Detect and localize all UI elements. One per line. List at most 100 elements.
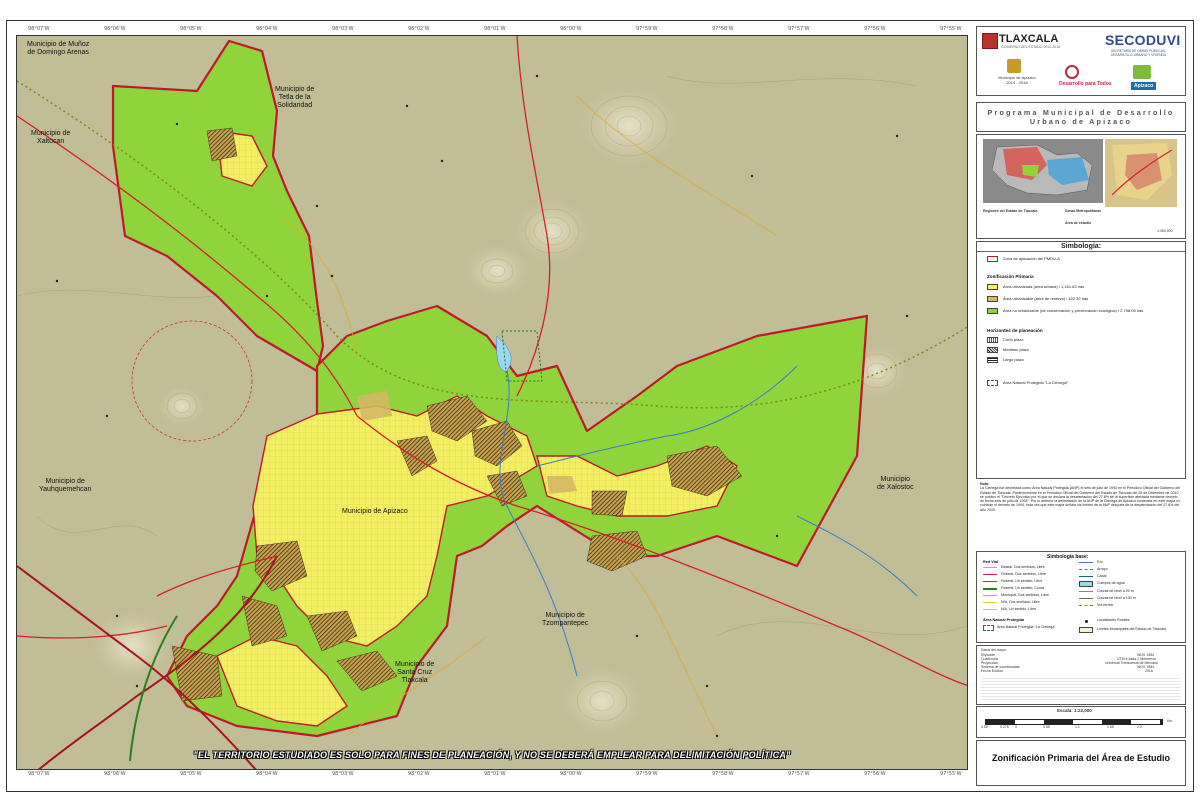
- desarrollo-logo-icon: [1065, 65, 1079, 79]
- reserve-swatch: [987, 296, 998, 302]
- logo-secoduvi: SECODUVI: [1105, 32, 1181, 48]
- water-swatch: [1079, 581, 1093, 587]
- municipio-seal-icon: [1007, 59, 1021, 73]
- scale-tick-1: 0.275: [1000, 725, 1009, 729]
- scale-tick-0: 0.55: [981, 725, 988, 729]
- tick-bottom-7: 98°00'W: [560, 771, 582, 777]
- meta-row-4-key: Fecha Edición: [981, 669, 1004, 673]
- locality-dot-icon: [1085, 620, 1088, 623]
- tick-top-1: 98°06'W: [104, 26, 126, 32]
- municipal-limits-swatch: [1079, 627, 1093, 633]
- tick-top-4: 98°03'W: [332, 26, 354, 32]
- label-municipio-munoz: Municipio de Muñoz de Domingo Arenas: [27, 41, 90, 56]
- tick-top-9: 97°58'W: [712, 26, 734, 32]
- note-text: La Ciénega fue decretada como Área Natur…: [980, 486, 1181, 512]
- inset-legend-regions: Regiones del Estado de Tlaxcala: [983, 209, 1038, 213]
- simbologia-box: Simbología: Zona de aplicación del PMDU-…: [976, 241, 1186, 479]
- limit-label: Zona de aplicación del PMDU-A: [1003, 256, 1060, 261]
- inset-legend-area: Área de estudio: [1065, 221, 1092, 225]
- inset-scale: 1:450,000: [1157, 229, 1173, 233]
- tick-bottom-4: 98°03'W: [332, 771, 354, 777]
- logo-tlaxcala: TLAXCALA: [999, 33, 1059, 45]
- corto-plazo-swatch: [987, 337, 998, 343]
- tick-top-0: 98°07'W: [28, 26, 50, 32]
- road-municipal-line: [983, 595, 997, 596]
- inset-legend-zm: Zonas Metropolitanas: [1065, 209, 1102, 213]
- base-legend-title: Simbología base:: [1047, 554, 1089, 560]
- zon-item-reserve: Área urbanizable (área de reserva) / 402…: [1003, 296, 1089, 301]
- contour20-line: [1079, 591, 1093, 592]
- scale-unit: Km: [1167, 719, 1173, 723]
- rio-line: [1079, 562, 1093, 563]
- localidades-label: Localidades Rurales: [1097, 618, 1130, 622]
- zon-item-nonurban: Área no urbanizable (de conservación y p…: [1003, 308, 1144, 313]
- nonurban-swatch: [987, 308, 998, 314]
- rail-line: [1079, 605, 1093, 606]
- tlaxcala-shield-icon: [982, 33, 998, 49]
- base-rio: Río: [1097, 560, 1103, 564]
- tick-top-8: 97°59'W: [636, 26, 658, 32]
- base-arroyo: Arroyo: [1097, 567, 1108, 571]
- tick-top-2: 98°05'W: [180, 26, 202, 32]
- road-federal-cuota-line: [983, 588, 997, 590]
- tick-top-3: 98°04'W: [256, 26, 278, 32]
- sources-text-block: [981, 676, 1181, 702]
- label-municipio-tzompantepec: Municipio de Tzompantepec: [542, 612, 589, 627]
- logo-tlaxcala-sub: GOBIERNO DEL ESTADO 2011-2016: [1001, 45, 1061, 49]
- scale-tick-5: 1.65: [1107, 725, 1114, 729]
- anp-swatch: [987, 380, 998, 386]
- tick-bottom-3: 98°04'W: [256, 771, 278, 777]
- zon-item-urban: Área urbanizada (área urbana) / 1,161.63…: [1003, 284, 1085, 289]
- scale-tick-4: 1.1: [1075, 725, 1080, 729]
- tick-top-12: 97°55'W: [940, 26, 962, 32]
- anp-label: Área Natural Protegida "La Ciénega": [1003, 380, 1069, 385]
- scale-box: Escala: 1:22,000 0.55 0.275 0 0.55 1.1 1…: [976, 706, 1186, 738]
- road-federal-2s: Federal, Dos sentidos, Libre: [1001, 572, 1046, 576]
- label-municipio-yauhquemehcan: Municipio de Yauhquemehcan: [39, 478, 92, 493]
- anp-base-title: Área Natural Protegida: [983, 618, 1025, 622]
- meta-row-4-val: 2016: [1145, 669, 1153, 673]
- program-title-line2: Urbano de Apizaco: [1029, 117, 1133, 126]
- horiz-mediano: Mediano plazo: [1003, 347, 1030, 352]
- horizontes-title: Horizontes de planeación: [987, 328, 1043, 333]
- simbologia-title: Simbología:: [977, 242, 1185, 252]
- road-federal-cuota: Federal, Un sentido, Cuota: [1001, 586, 1044, 590]
- footer-title-box: Zonificación Primaria del Área de Estudi…: [976, 740, 1186, 786]
- logo-desarrollo: Desarrollo para Todos: [1059, 81, 1112, 87]
- contour100-line: [1079, 598, 1093, 599]
- tick-bottom-8: 97°59'W: [636, 771, 658, 777]
- scale-label: Escala: 1:22,000: [1057, 708, 1092, 713]
- urban-swatch: [987, 284, 998, 290]
- base-canal: Canal: [1097, 574, 1107, 578]
- horiz-corto: Corto plazo: [1003, 337, 1024, 342]
- tick-top-11: 97°56'W: [864, 26, 886, 32]
- longitude-ticks-bottom: 98°07'W 98°06'W 98°05'W 98°04'W 98°03'W 98°02…: [16, 771, 968, 783]
- tick-bottom-6: 98°01'W: [484, 771, 506, 777]
- red-vial-title: Red Vial: [983, 560, 998, 564]
- tick-bottom-9: 97°58'W: [712, 771, 734, 777]
- tick-top-5: 98°02'W: [408, 26, 430, 32]
- limit-symbol: [987, 256, 998, 262]
- map-svg[interactable]: [17, 36, 968, 770]
- tick-bottom-5: 98°02'W: [408, 771, 430, 777]
- tick-bottom-11: 97°56'W: [864, 771, 886, 777]
- logo-municipio: Municipio de Apizaco 2014 - 2016: [998, 75, 1036, 85]
- road-federal-1s: Federal, Un sentido, Libre: [1001, 579, 1043, 583]
- tick-bottom-2: 98°05'W: [180, 771, 202, 777]
- base-via: Vía férrea: [1097, 603, 1113, 607]
- road-federal-2s-line: [983, 574, 997, 575]
- base-curvas20: Curvas de nivel a 20 m: [1097, 589, 1134, 593]
- program-title-line1: Programa Municipal de Desarrollo: [987, 108, 1175, 117]
- anp-base-swatch: [983, 625, 994, 631]
- logo-secoduvi-sub: SECRETARÍA DE OBRAS PÚBLICAS, DESARROLLO…: [1111, 49, 1166, 57]
- scale-tick-3: 0.55: [1043, 725, 1050, 729]
- legend-panel: TLAXCALA GOBIERNO DEL ESTADO 2011-2016 S…: [976, 26, 1186, 788]
- zonificacion-title: Zonificación Primaria: [987, 274, 1034, 279]
- label-municipio-santa-cruz: Municipio de Santa Cruz Tlaxcala: [395, 661, 435, 684]
- scale-tick-6: 2.2: [1137, 725, 1142, 729]
- limites-label: Límites Municipales del Estado de Tlaxca…: [1097, 627, 1166, 631]
- label-municipio-apizaco: Municipio de Apizaco: [342, 508, 408, 515]
- map-canvas[interactable]: Municipio de Muñoz de Domingo Arenas Muni…: [16, 35, 968, 770]
- label-municipio-xaltocan: Municipio de Xaltocan: [31, 130, 71, 145]
- tick-bottom-10: 97°57'W: [788, 771, 810, 777]
